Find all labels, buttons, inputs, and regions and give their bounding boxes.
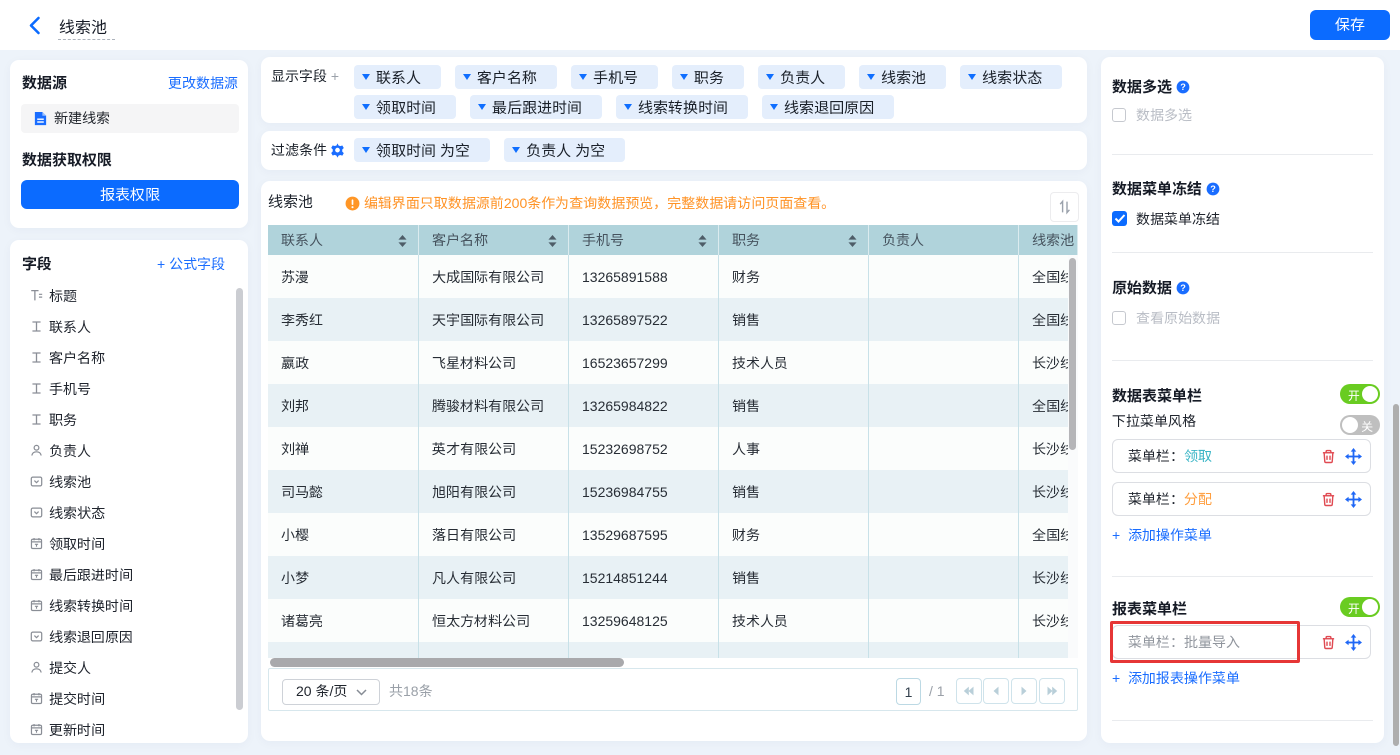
svg-text:?: ? bbox=[1180, 82, 1186, 92]
svg-text:?: ? bbox=[1180, 283, 1186, 293]
svg-text:?: ? bbox=[1210, 184, 1216, 194]
